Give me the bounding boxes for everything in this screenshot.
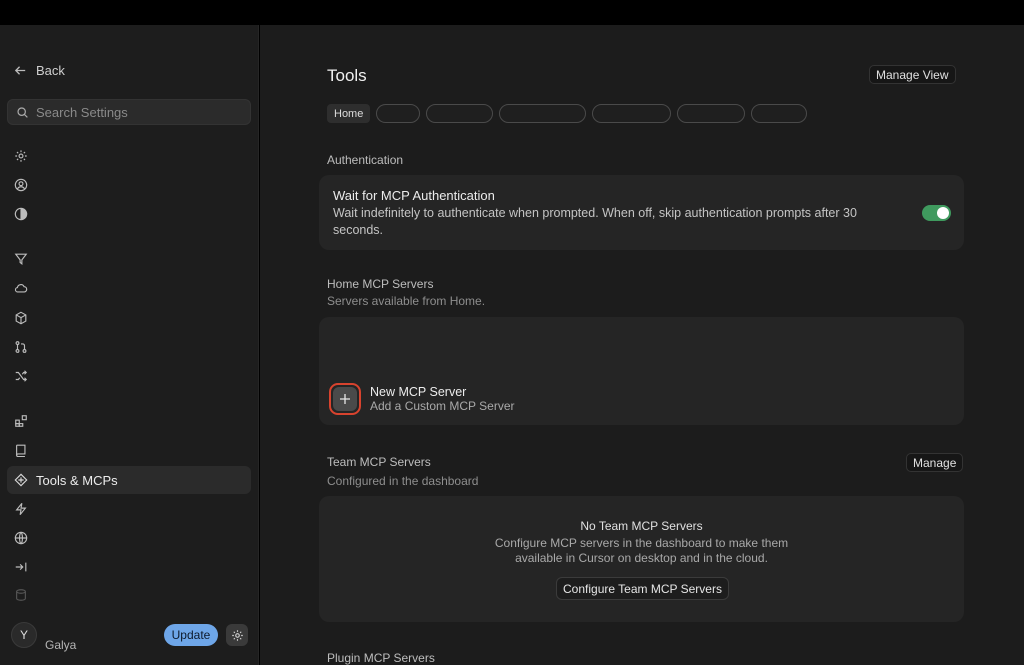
cloud-icon[interactable] bbox=[14, 281, 28, 295]
avatar[interactable]: Y bbox=[11, 622, 37, 648]
gear-icon[interactable] bbox=[14, 149, 28, 163]
user-circle-icon[interactable] bbox=[14, 178, 28, 192]
team-servers-subheading: Configured in the dashboard bbox=[327, 474, 479, 488]
cube-icon[interactable] bbox=[14, 311, 28, 325]
wait-auth-toggle[interactable] bbox=[922, 205, 951, 221]
authentication-heading: Authentication bbox=[327, 153, 404, 167]
empty-state-title: No Team MCP Servers bbox=[580, 519, 703, 533]
settings-main-panel: Tools Manage View Home Authentication Wa… bbox=[260, 25, 1024, 665]
globe-icon[interactable] bbox=[14, 531, 28, 545]
tab-5[interactable] bbox=[592, 104, 672, 123]
arrow-to-line-icon[interactable] bbox=[14, 560, 28, 574]
tab-3[interactable] bbox=[426, 104, 494, 123]
filter-tabs: Home bbox=[327, 104, 808, 123]
manage-team-button[interactable]: Manage bbox=[906, 453, 964, 472]
sidebar-item-label: Tools & MCPs bbox=[36, 472, 118, 488]
sidebar-item-tools-mcps[interactable]: Tools & MCPs bbox=[7, 466, 251, 494]
search-icon bbox=[17, 106, 28, 118]
home-servers-card: New MCP Server Add a Custom MCP Server bbox=[319, 317, 964, 425]
auth-title: Wait for MCP Authentication bbox=[333, 188, 495, 203]
git-pull-request-icon[interactable] bbox=[14, 340, 28, 354]
database-icon[interactable] bbox=[14, 588, 28, 602]
home-servers-subheading: Servers available from Home. bbox=[327, 294, 486, 308]
arrow-left-icon bbox=[14, 66, 26, 75]
filter-icon[interactable] bbox=[14, 252, 28, 266]
settings-gear-button[interactable] bbox=[226, 624, 248, 646]
team-servers-card: No Team MCP Servers Configure MCP server… bbox=[319, 496, 964, 622]
update-button[interactable]: Update bbox=[164, 624, 218, 646]
back-button[interactable]: Back bbox=[13, 63, 65, 78]
team-servers-heading: Team MCP Servers bbox=[327, 455, 431, 469]
tab-2[interactable] bbox=[376, 104, 421, 123]
plus-icon bbox=[340, 394, 350, 404]
search-input[interactable] bbox=[36, 104, 236, 120]
home-servers-heading: Home MCP Servers bbox=[327, 277, 434, 291]
window-top-bar bbox=[0, 0, 1024, 25]
book-icon[interactable] bbox=[14, 443, 28, 457]
empty-state-description: Configure MCP servers in the dashboard t… bbox=[494, 536, 789, 565]
gear-icon bbox=[231, 629, 243, 641]
settings-sidebar: Back Tools & MCPs bbox=[0, 25, 259, 665]
lightning-icon[interactable] bbox=[14, 502, 28, 516]
new-mcp-server-button[interactable] bbox=[329, 383, 361, 415]
tab-4[interactable] bbox=[499, 104, 587, 123]
tab-7[interactable] bbox=[751, 104, 808, 123]
auth-description: Wait indefinitely to authenticate when p… bbox=[333, 206, 857, 237]
tab-home[interactable]: Home bbox=[327, 104, 371, 123]
search-settings-field[interactable] bbox=[7, 99, 251, 125]
tools-icon bbox=[14, 473, 28, 487]
page-title: Tools bbox=[327, 66, 367, 85]
new-mcp-title[interactable]: New MCP Server bbox=[370, 385, 466, 399]
configure-team-mcp-button[interactable]: Configure Team MCP Servers bbox=[556, 577, 729, 600]
blocks-icon[interactable] bbox=[14, 414, 28, 428]
user-name: Galya bbox=[45, 638, 77, 652]
tab-6[interactable] bbox=[677, 104, 746, 123]
plugin-servers-heading: Plugin MCP Servers bbox=[327, 651, 435, 665]
manage-view-button[interactable]: Manage View bbox=[869, 65, 956, 84]
new-mcp-subtitle: Add a Custom MCP Server bbox=[370, 399, 515, 413]
shuffle-icon[interactable] bbox=[14, 369, 28, 383]
half-circle-icon[interactable] bbox=[14, 207, 28, 221]
auth-card: Wait for MCP Authentication Wait indefin… bbox=[319, 175, 964, 250]
back-label: Back bbox=[36, 63, 65, 78]
